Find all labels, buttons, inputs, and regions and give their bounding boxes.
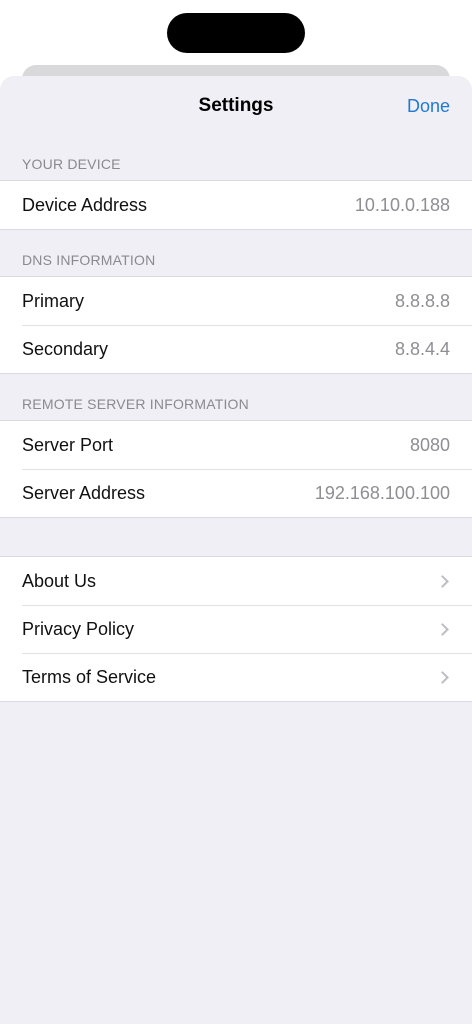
device-address-label: Device Address [22, 194, 148, 215]
server-port-label: Server Port [22, 434, 114, 455]
primary-dns-value: 8.8.8.8 [394, 290, 450, 311]
primary-dns-label: Primary [22, 290, 84, 311]
done-button[interactable]: Done [407, 96, 450, 117]
chevron-right-icon [436, 574, 449, 588]
section-header-your-device: YOUR DEVICE [22, 156, 121, 172]
server-address-value: 192.168.100.100 [314, 482, 450, 503]
primary-dns-row[interactable]: Primary 8.8.8.8 [0, 277, 472, 325]
device-address-row[interactable]: Device Address 10.10.0.188 [0, 181, 472, 229]
links-group: About Us Privacy Policy Terms of Service [0, 556, 472, 702]
server-address-row[interactable]: Server Address 192.168.100.100 [0, 469, 472, 517]
dns-group: Primary 8.8.8.8 Secondary 8.8.4.4 [0, 276, 472, 374]
navigation-bar: Settings Done [0, 76, 472, 138]
secondary-dns-row[interactable]: Secondary 8.8.4.4 [0, 325, 472, 373]
terms-of-service-row[interactable]: Terms of Service [0, 653, 472, 701]
device-address-value: 10.10.0.188 [354, 194, 450, 215]
server-port-value: 8080 [409, 434, 450, 455]
server-address-label: Server Address [22, 482, 146, 503]
about-us-label: About Us [22, 570, 97, 591]
secondary-dns-label: Secondary [22, 338, 109, 359]
device-group: Device Address 10.10.0.188 [0, 180, 472, 230]
privacy-policy-row[interactable]: Privacy Policy [0, 605, 472, 653]
terms-of-service-label: Terms of Service [22, 666, 157, 687]
about-us-row[interactable]: About Us [0, 557, 472, 605]
section-header-remote-server: REMOTE SERVER INFORMATION [22, 396, 249, 412]
section-header-dns: DNS INFORMATION [22, 252, 156, 268]
secondary-dns-value: 8.8.4.4 [394, 338, 450, 359]
chevron-right-icon [436, 622, 449, 636]
privacy-policy-label: Privacy Policy [22, 618, 135, 639]
settings-screen: Settings Done YOUR DEVICE Device Address… [0, 0, 472, 1024]
page-title: Settings [198, 95, 274, 116]
dynamic-island [167, 13, 305, 53]
server-port-row[interactable]: Server Port 8080 [0, 421, 472, 469]
settings-sheet: Settings Done YOUR DEVICE Device Address… [0, 76, 472, 1024]
remote-server-group: Server Port 8080 Server Address 192.168.… [0, 420, 472, 518]
chevron-right-icon [436, 670, 449, 684]
